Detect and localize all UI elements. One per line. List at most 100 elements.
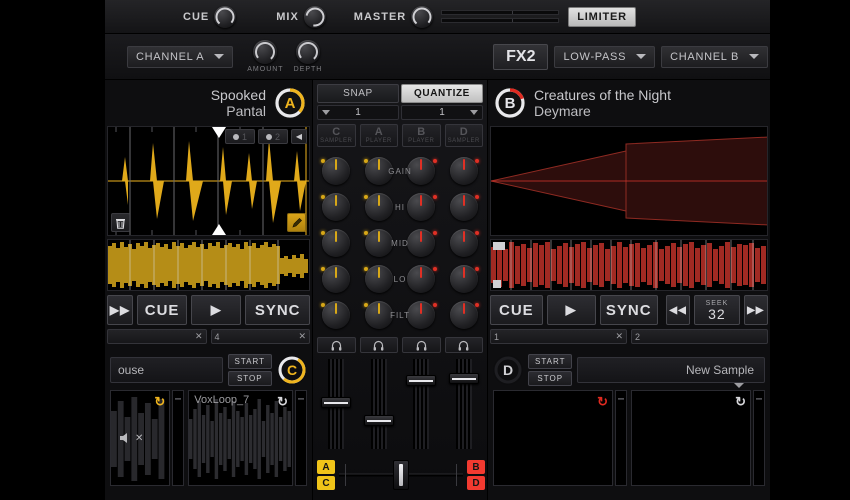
deck-b-seek-fwd-button[interactable]: ▶▶: [743, 295, 769, 325]
deck-a-badge[interactable]: A: [274, 87, 306, 119]
limiter-button[interactable]: LIMITER: [568, 6, 636, 27]
knob-dial[interactable]: [322, 301, 351, 329]
deck-b-badge[interactable]: B: [494, 87, 526, 119]
sampler-d-pad-1[interactable]: ↻: [493, 390, 613, 486]
deck-b-cue-button[interactable]: CUE: [490, 295, 543, 325]
knob-a-lo[interactable]: [360, 265, 399, 293]
sampler-c-stop-button[interactable]: STOP: [227, 371, 272, 386]
deck-b-slot-1[interactable]: 1 ✕: [490, 329, 627, 344]
volume-fader-d[interactable]: [445, 359, 484, 449]
sampler-c-pad-1-mute[interactable]: ✕: [119, 432, 143, 444]
knob-dial[interactable]: [364, 301, 393, 329]
sampler-c-pad-2-volume-cap[interactable]: [297, 397, 305, 401]
master-knob[interactable]: [411, 5, 434, 28]
deck-a-cue-button[interactable]: CUE: [137, 295, 188, 325]
mix-knob[interactable]: [303, 5, 326, 28]
knob-dial[interactable]: [364, 265, 393, 293]
deck-a-hotcue-1[interactable]: 1: [225, 129, 255, 144]
knob-c-filt[interactable]: [317, 301, 356, 329]
deck-b-overview[interactable]: [490, 239, 768, 291]
headphone-cue-d[interactable]: [444, 337, 483, 353]
deck-a-prev-button[interactable]: ▶▶: [107, 295, 133, 325]
knob-dial[interactable]: [449, 229, 478, 257]
deck-a-overview[interactable]: [107, 239, 310, 291]
knob-b-filt[interactable]: [402, 301, 441, 329]
volume-fader-a[interactable]: [360, 359, 399, 449]
knob-d-hi[interactable]: [445, 193, 484, 221]
knob-dial[interactable]: [407, 193, 436, 221]
knob-dial[interactable]: [407, 301, 436, 329]
knob-dial[interactable]: [449, 193, 478, 221]
knob-d-lo[interactable]: [445, 265, 484, 293]
knob-dial[interactable]: [322, 193, 351, 221]
loop-icon[interactable]: ↻: [277, 394, 288, 410]
snap-button[interactable]: SNAP: [317, 84, 399, 103]
sampler-d-pad-2[interactable]: ↻: [631, 390, 751, 486]
knob-c-lo[interactable]: [317, 265, 356, 293]
fx1-depth-knob[interactable]: [295, 40, 320, 64]
knob-dial[interactable]: [364, 157, 393, 185]
volume-fader-handle[interactable]: [406, 375, 437, 387]
knob-dial[interactable]: [407, 265, 436, 293]
knob-c-hi[interactable]: [317, 193, 356, 221]
knob-dial[interactable]: [449, 301, 478, 329]
mixer-channel-b[interactable]: B PLAYER: [402, 124, 441, 147]
sampler-c-pad-1[interactable]: ↻ ✕: [110, 390, 171, 486]
knob-dial[interactable]: [407, 157, 436, 185]
sampler-c-name-field[interactable]: ouse: [110, 357, 223, 383]
sampler-c-badge[interactable]: C: [277, 355, 307, 385]
volume-fader-c[interactable]: [317, 359, 356, 449]
loop-icon[interactable]: ↻: [597, 394, 608, 410]
snap-value-selector[interactable]: 1: [317, 105, 399, 120]
crossfader-tag-c[interactable]: C: [317, 476, 335, 490]
deck-b-play-button[interactable]: ▶: [546, 295, 596, 325]
sampler-d-badge[interactable]: D: [493, 355, 523, 385]
knob-dial[interactable]: [322, 229, 351, 257]
sampler-d-pad-1-volume-cap[interactable]: [617, 397, 625, 401]
knob-dial[interactable]: [364, 229, 393, 257]
mixer-channel-d[interactable]: D SAMPLER: [444, 124, 483, 147]
sampler-d-pad-2-volume-cap[interactable]: [755, 397, 763, 401]
knob-d-mid[interactable]: [445, 229, 484, 257]
sampler-c-pad-1-volume-cap[interactable]: [174, 397, 183, 401]
deck-b-slot-2[interactable]: 2 ✕: [631, 329, 768, 344]
cue-knob[interactable]: [214, 5, 237, 28]
knob-dial[interactable]: [322, 265, 351, 293]
knob-dial[interactable]: [322, 157, 351, 185]
sampler-d-name-field[interactable]: New Sample: [577, 357, 765, 388]
quantize-value-selector[interactable]: 1: [401, 105, 483, 120]
mixer-channel-a[interactable]: A PLAYER: [359, 124, 398, 147]
sampler-c-start-button[interactable]: START: [227, 354, 272, 369]
deck-a-waveform[interactable]: 1 2 ◀: [107, 126, 310, 236]
fx2-unit-button[interactable]: FX2: [493, 43, 549, 70]
loop-icon[interactable]: ↻: [154, 394, 165, 410]
deck-b-seek-back-button[interactable]: ◀◀: [665, 295, 691, 325]
knob-dial[interactable]: [407, 229, 436, 257]
volume-fader-handle[interactable]: [363, 414, 394, 426]
knob-d-filt[interactable]: [445, 301, 484, 329]
knob-c-mid[interactable]: [317, 229, 356, 257]
knob-a-hi[interactable]: [360, 193, 399, 221]
chevron-down-icon[interactable]: [734, 383, 744, 388]
sampler-c-pad-2-volume[interactable]: [295, 390, 307, 486]
quantize-button[interactable]: QUANTIZE: [401, 84, 483, 103]
knob-b-lo[interactable]: [402, 265, 441, 293]
close-icon[interactable]: ✕: [298, 331, 306, 342]
fx1-depth-control[interactable]: DEPTH: [294, 40, 323, 73]
knob-b-mid[interactable]: [402, 229, 441, 257]
knob-c-gain[interactable]: [317, 157, 356, 185]
knob-d-gain[interactable]: [445, 157, 484, 185]
knob-dial[interactable]: [364, 193, 393, 221]
knob-a-gain[interactable]: [360, 157, 399, 185]
headphone-cue-b[interactable]: [402, 337, 441, 353]
deck-a-play-button[interactable]: ▶: [191, 295, 242, 325]
knob-dial[interactable]: [449, 157, 478, 185]
close-icon[interactable]: ✕: [615, 331, 623, 342]
crossfader-tag-d[interactable]: D: [467, 476, 485, 490]
sampler-c-pad-2[interactable]: VoxLoop_7 ↻: [188, 390, 293, 486]
crossfader-track[interactable]: [339, 460, 463, 490]
fx1-amount-control[interactable]: AMOUNT: [247, 40, 283, 73]
knob-a-filt[interactable]: [360, 301, 399, 329]
sampler-c-pad-1-volume[interactable]: [172, 390, 185, 486]
fx2-channel-selector[interactable]: CHANNEL B: [661, 45, 768, 68]
